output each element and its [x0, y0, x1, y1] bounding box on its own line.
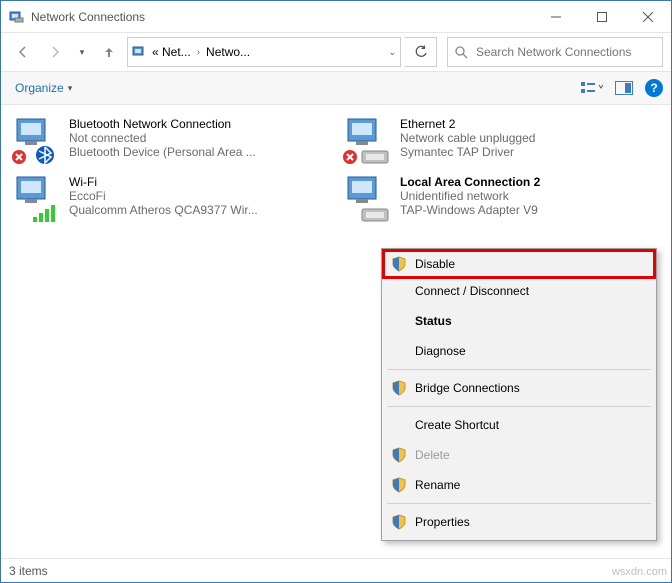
- menu-item-shortcut[interactable]: Create Shortcut: [385, 410, 653, 440]
- shield-icon: [391, 256, 407, 272]
- menu-label: Properties: [415, 515, 470, 529]
- menu-label: Status: [415, 314, 452, 328]
- connection-device: TAP-Windows Adapter V9: [400, 203, 540, 217]
- menu-separator: [387, 503, 651, 504]
- menu-label: Connect / Disconnect: [415, 284, 529, 298]
- status-text: 3 items: [9, 564, 48, 578]
- close-button[interactable]: [625, 1, 671, 32]
- minimize-button[interactable]: [533, 1, 579, 32]
- address-part[interactable]: Netwo...: [206, 45, 250, 59]
- menu-label: Disable: [415, 257, 455, 271]
- back-button[interactable]: [9, 38, 37, 66]
- connection-name: Local Area Connection 2: [400, 175, 540, 189]
- chevron-right-icon: ›: [195, 47, 202, 58]
- menu-item-connect[interactable]: Connect / Disconnect: [385, 276, 653, 306]
- recent-locations-button[interactable]: ▾: [73, 38, 91, 66]
- help-button[interactable]: ?: [645, 79, 663, 97]
- preview-pane-button[interactable]: [613, 79, 635, 97]
- connection-status: EccoFi: [69, 189, 258, 203]
- connection-status: Unidentified network: [400, 189, 540, 203]
- navigation-bar: ▾ « Net... › Netwo... ⌄: [1, 33, 671, 71]
- organize-label: Organize: [15, 81, 64, 95]
- connection-device: Qualcomm Atheros QCA9377 Wir...: [69, 203, 258, 217]
- connection-name: Bluetooth Network Connection: [69, 117, 256, 131]
- menu-item-delete: Delete: [385, 440, 653, 470]
- watermark: wsxdn.com: [612, 566, 667, 578]
- search-input[interactable]: [474, 44, 656, 60]
- connection-item-selected[interactable]: Local Area Connection 2 Unidentified net…: [340, 173, 663, 225]
- shield-icon: [391, 447, 407, 463]
- up-button[interactable]: [95, 38, 123, 66]
- shield-icon: [391, 477, 407, 493]
- ethernet-adapter-icon: [342, 117, 390, 165]
- connection-status: Network cable unplugged: [400, 131, 535, 145]
- menu-separator: [387, 369, 651, 370]
- window-title: Network Connections: [31, 10, 533, 24]
- menu-label: Bridge Connections: [415, 381, 520, 395]
- address-icon: [132, 44, 148, 60]
- connection-item[interactable]: Wi-Fi EccoFi Qualcomm Atheros QCA9377 Wi…: [9, 173, 332, 225]
- menu-label: Rename: [415, 478, 460, 492]
- bluetooth-adapter-icon: [11, 117, 59, 165]
- window-controls: [533, 1, 671, 32]
- command-bar: Organize ▾ ?: [1, 71, 671, 105]
- connection-item[interactable]: Bluetooth Network Connection Not connect…: [9, 115, 332, 167]
- connection-device: Symantec TAP Driver: [400, 145, 535, 159]
- menu-item-properties[interactable]: Properties: [385, 507, 653, 537]
- menu-separator: [387, 406, 651, 407]
- shield-icon: [391, 514, 407, 530]
- shield-icon: [391, 380, 407, 396]
- menu-item-bridge[interactable]: Bridge Connections: [385, 373, 653, 403]
- menu-label: Create Shortcut: [415, 418, 499, 432]
- view-options-button[interactable]: [581, 79, 603, 97]
- wifi-adapter-icon: [11, 175, 59, 223]
- ethernet-adapter-icon: [342, 175, 390, 223]
- context-menu: Disable Connect / Disconnect Status Diag…: [381, 248, 657, 541]
- connection-item[interactable]: Ethernet 2 Network cable unplugged Syman…: [340, 115, 663, 167]
- title-bar: Network Connections: [1, 1, 671, 33]
- refresh-button[interactable]: [405, 37, 437, 67]
- maximize-button[interactable]: [579, 1, 625, 32]
- chevron-down-icon: ▾: [68, 83, 73, 94]
- menu-item-disable[interactable]: Disable: [382, 249, 656, 279]
- connection-device: Bluetooth Device (Personal Area ...: [69, 145, 256, 159]
- address-part[interactable]: « Net...: [152, 45, 191, 59]
- forward-button[interactable]: [41, 38, 69, 66]
- menu-item-status[interactable]: Status: [385, 306, 653, 336]
- address-history-button[interactable]: ⌄: [388, 47, 396, 58]
- app-icon: [9, 9, 25, 25]
- menu-item-rename[interactable]: Rename: [385, 470, 653, 500]
- connection-status: Not connected: [69, 131, 256, 145]
- status-bar: 3 items: [1, 558, 671, 582]
- menu-item-diagnose[interactable]: Diagnose: [385, 336, 653, 366]
- connection-name: Ethernet 2: [400, 117, 535, 131]
- address-bar[interactable]: « Net... › Netwo... ⌄: [127, 37, 401, 67]
- connection-name: Wi-Fi: [69, 175, 258, 189]
- search-icon: [454, 45, 468, 59]
- search-box[interactable]: [447, 37, 663, 67]
- menu-label: Delete: [415, 448, 450, 462]
- menu-label: Diagnose: [415, 344, 466, 358]
- organize-button[interactable]: Organize ▾: [9, 77, 78, 99]
